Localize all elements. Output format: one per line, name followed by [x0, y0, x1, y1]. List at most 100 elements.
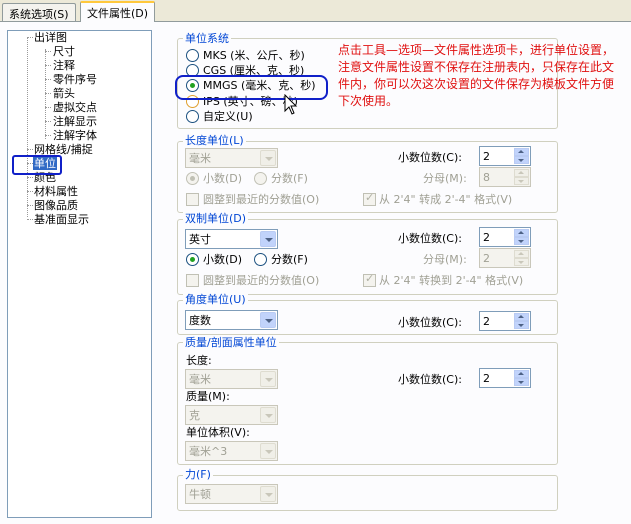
spinner-up-button[interactable] [514, 229, 529, 237]
length-radio-decimal-label: 小数(D) [203, 172, 243, 185]
tree-connector [45, 79, 51, 80]
dual-unit-select[interactable]: 英寸 [185, 229, 278, 249]
tree-item-image-quality[interactable]: 图像品质 [33, 199, 79, 212]
dropdown-button[interactable] [260, 150, 276, 166]
chevron-down-icon [265, 157, 273, 161]
tab-system-options[interactable]: 系统选项(S) [2, 3, 76, 21]
dual-convert-label: 从 2'4" 转换到 2'-4" 格式(V) [379, 274, 524, 287]
dual-radio-fraction[interactable] [254, 253, 267, 266]
volume-select[interactable]: 毫米^3 [185, 441, 278, 461]
dropdown-button[interactable] [260, 486, 276, 502]
tree-item-notes[interactable]: 注释 [52, 59, 76, 72]
mass-length-value: 毫米 [189, 373, 211, 386]
angle-decimal-value: 2 [483, 315, 490, 328]
units-highlight-box [12, 155, 62, 175]
length-unit-value: 毫米 [189, 152, 211, 165]
dual-unit-value: 英寸 [189, 233, 211, 246]
tree-item-detailing[interactable]: 出详图 [33, 31, 68, 44]
length-radio-decimal[interactable] [186, 172, 199, 185]
arrow-down-icon [518, 381, 524, 384]
spinner-down-button[interactable] [514, 237, 529, 245]
volume-value: 毫米^3 [189, 445, 228, 458]
length-radio-fraction-label: 分数(F) [271, 172, 308, 185]
spinner-up-button[interactable] [514, 169, 529, 177]
mass-label: 质量(M): [186, 390, 230, 403]
dual-denominator-spinner[interactable]: 2 [479, 248, 531, 268]
mass-length-select[interactable]: 毫米 [185, 369, 278, 389]
dual-round-label: 圆整到最近的分数值(O) [203, 274, 320, 287]
spinner-up-button[interactable] [514, 370, 529, 378]
chevron-down-icon [265, 414, 273, 418]
spinner-down-button[interactable] [514, 378, 529, 386]
dual-convert-checkbox[interactable]: ✓ [363, 272, 376, 287]
tree-item-plane-display[interactable]: 基准面显示 [33, 213, 90, 226]
tree-connector [45, 51, 51, 52]
mass-value: 克 [189, 409, 200, 422]
dropdown-button[interactable] [260, 312, 276, 328]
dual-radio-decimal[interactable] [186, 253, 199, 266]
tree-item-arrows[interactable]: 箭头 [52, 87, 76, 100]
tree-item-virtual-sharps[interactable]: 虚拟交点 [52, 101, 98, 114]
mouse-cursor-icon [284, 94, 298, 115]
dropdown-button[interactable] [260, 407, 276, 423]
spinner-down-button[interactable] [514, 156, 529, 164]
radio-custom[interactable] [186, 110, 199, 123]
force-unit-select[interactable]: 牛顿 [185, 484, 278, 504]
tree-item-annotation-display[interactable]: 注解显示 [52, 115, 98, 128]
spinner-down-button[interactable] [514, 258, 529, 266]
mass-unit-title: 质量/剖面属性单位 [183, 336, 279, 349]
mass-select[interactable]: 克 [185, 405, 278, 425]
checkmark-icon: ✓ [365, 191, 375, 204]
arrow-up-icon [518, 150, 524, 153]
mass-length-label: 长度: [186, 354, 212, 367]
mass-decimal-value: 2 [483, 372, 490, 385]
length-unit-select[interactable]: 毫米 [185, 148, 278, 168]
tab-bar: 系统选项(S) 文件属性(D) [0, 0, 631, 22]
chevron-down-icon [265, 378, 273, 382]
length-decimal-spinner[interactable]: 2 [479, 146, 531, 166]
chevron-down-icon [265, 450, 273, 454]
tree-item-annotation-font[interactable]: 注解字体 [52, 129, 98, 142]
spinner-up-button[interactable] [514, 313, 529, 321]
dual-denominator-label: 分母(M): [423, 253, 467, 266]
length-denominator-spinner[interactable]: 8 [479, 167, 531, 187]
arrow-up-icon [518, 252, 524, 255]
tree-item-material-properties[interactable]: 材料属性 [33, 185, 79, 198]
tree-connector [45, 121, 51, 122]
angle-unit-title: 角度单位(U) [183, 293, 248, 306]
tab-document-properties[interactable]: 文件属性(D) [80, 1, 156, 22]
arrow-down-icon [518, 240, 524, 243]
dual-round-checkbox[interactable] [186, 274, 199, 287]
length-round-checkbox[interactable] [186, 193, 199, 206]
tree-connector [45, 65, 51, 66]
annotation-note: 点击工具—选项—文件属性选项卡，进行单位设置，注意文件属性设置不保存在注册表内，… [338, 43, 615, 108]
length-convert-label: 从 2'4" 转成 2'-4" 格式(V) [379, 193, 513, 206]
tree-item-dimensions[interactable]: 尺寸 [52, 45, 76, 58]
mass-decimal-spinner[interactable]: 2 [479, 368, 531, 388]
dual-decimal-value: 2 [483, 231, 490, 244]
chevron-down-icon [265, 493, 273, 497]
dropdown-button[interactable] [260, 443, 276, 459]
spinner-up-button[interactable] [514, 148, 529, 156]
angle-unit-select[interactable]: 度数 [185, 310, 278, 330]
radio-selected-dot [190, 176, 195, 181]
spinner-down-button[interactable] [514, 321, 529, 329]
radio-mks[interactable] [186, 49, 199, 62]
tree-item-balloons[interactable]: 零件序号 [52, 73, 98, 86]
length-radio-fraction[interactable] [254, 172, 267, 185]
spinner-down-button[interactable] [514, 177, 529, 185]
spinner-up-button[interactable] [514, 250, 529, 258]
arrow-down-icon [518, 324, 524, 327]
arrow-up-icon [518, 315, 524, 318]
tree-connector [45, 49, 46, 139]
tree-connector [45, 107, 51, 108]
dropdown-button[interactable] [260, 231, 276, 247]
dropdown-button[interactable] [260, 371, 276, 387]
angle-decimal-spinner[interactable]: 2 [479, 311, 531, 331]
radio-mks-label: MKS (米、公斤、秒) [203, 49, 305, 62]
dual-unit-title: 双制单位(D) [183, 212, 249, 225]
options-tree[interactable]: 出详图 尺寸 注释 零件序号 箭头 虚拟交点 注解显示 注解字体 网格线/捕捉 … [7, 30, 152, 518]
dual-decimal-spinner[interactable]: 2 [479, 227, 531, 247]
length-convert-checkbox[interactable]: ✓ [363, 191, 376, 206]
dual-denominator-value: 2 [483, 252, 490, 265]
